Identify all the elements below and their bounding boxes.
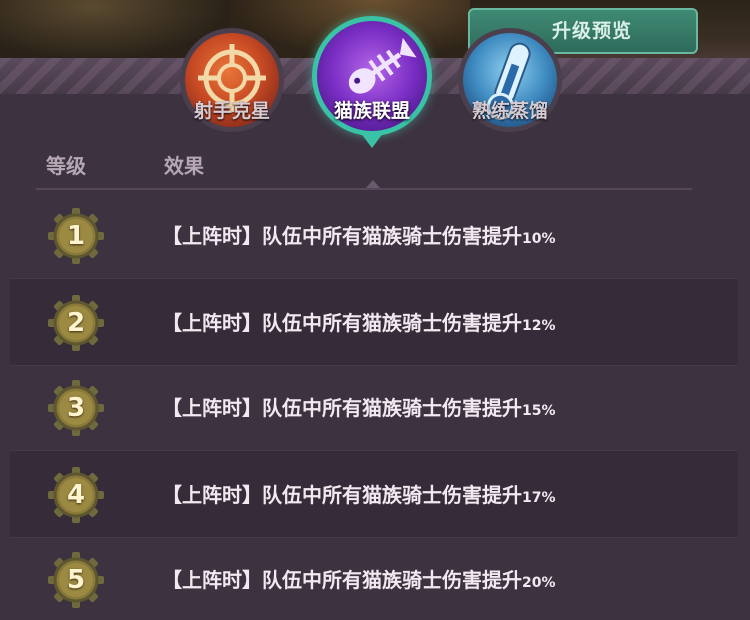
effect-percent: 20% [522,575,556,591]
tab-label: 熟练蒸馏 [471,100,548,122]
selected-pointer [360,132,384,148]
header-divider [36,188,692,190]
column-header-effect: 效果 [164,154,204,178]
level-number: 4 [66,480,86,510]
effect-text: 【上阵时】队伍中所有猫族骑士伤害提升17% [162,479,556,508]
effect-percent: 12% [522,318,556,334]
column-header-level: 等级 [46,154,86,178]
tab-cat-alliance[interactable]: 猫族联盟 [310,14,434,148]
skill-panel-screen: 升级预览 射手克星 猫族联盟 熟练蒸馏 等级 效果 1 【上阵时】队伍中所有猫族… [0,0,750,620]
level-number: 3 [66,393,86,423]
tab-label: 射手克星 [193,100,270,122]
level-badge: 3 [48,380,104,436]
table-row: 3 【上阵时】队伍中所有猫族骑士伤害提升15% [10,364,738,450]
effect-text: 【上阵时】队伍中所有猫族骑士伤害提升20% [162,564,556,593]
table-row: 1 【上阵时】队伍中所有猫族骑士伤害提升10% [10,192,738,278]
effect-text: 【上阵时】队伍中所有猫族骑士伤害提升15% [162,392,556,421]
level-number: 5 [66,565,86,595]
level-badge: 5 [48,552,104,608]
header-caret [366,180,380,188]
tab-sniper-bane[interactable]: 射手克星 [176,24,288,136]
level-badge: 1 [48,208,104,264]
level-badge: 2 [48,295,104,351]
effect-description: 【上阵时】队伍中所有猫族骑士伤害提升 [162,311,522,335]
level-number: 1 [66,221,86,251]
table-row: 4 【上阵时】队伍中所有猫族骑士伤害提升17% [10,450,738,538]
level-badge: 4 [48,467,104,523]
effect-percent: 17% [522,490,556,506]
effect-text: 【上阵时】队伍中所有猫族骑士伤害提升10% [162,220,556,249]
level-number: 2 [66,308,86,338]
table-row: 2 【上阵时】队伍中所有猫族骑士伤害提升12% [10,278,738,366]
tab-skilled-distill[interactable]: 熟练蒸馏 [454,24,566,136]
effect-percent: 10% [522,231,556,247]
effect-text: 【上阵时】队伍中所有猫族骑士伤害提升12% [162,307,556,336]
effect-description: 【上阵时】队伍中所有猫族骑士伤害提升 [162,568,522,592]
tab-label: 猫族联盟 [333,100,410,122]
effect-description: 【上阵时】队伍中所有猫族骑士伤害提升 [162,224,522,248]
effect-description: 【上阵时】队伍中所有猫族骑士伤害提升 [162,483,522,507]
effect-description: 【上阵时】队伍中所有猫族骑士伤害提升 [162,396,522,420]
effect-percent: 15% [522,403,556,419]
table-row: 5 【上阵时】队伍中所有猫族骑士伤害提升20% [10,536,738,620]
